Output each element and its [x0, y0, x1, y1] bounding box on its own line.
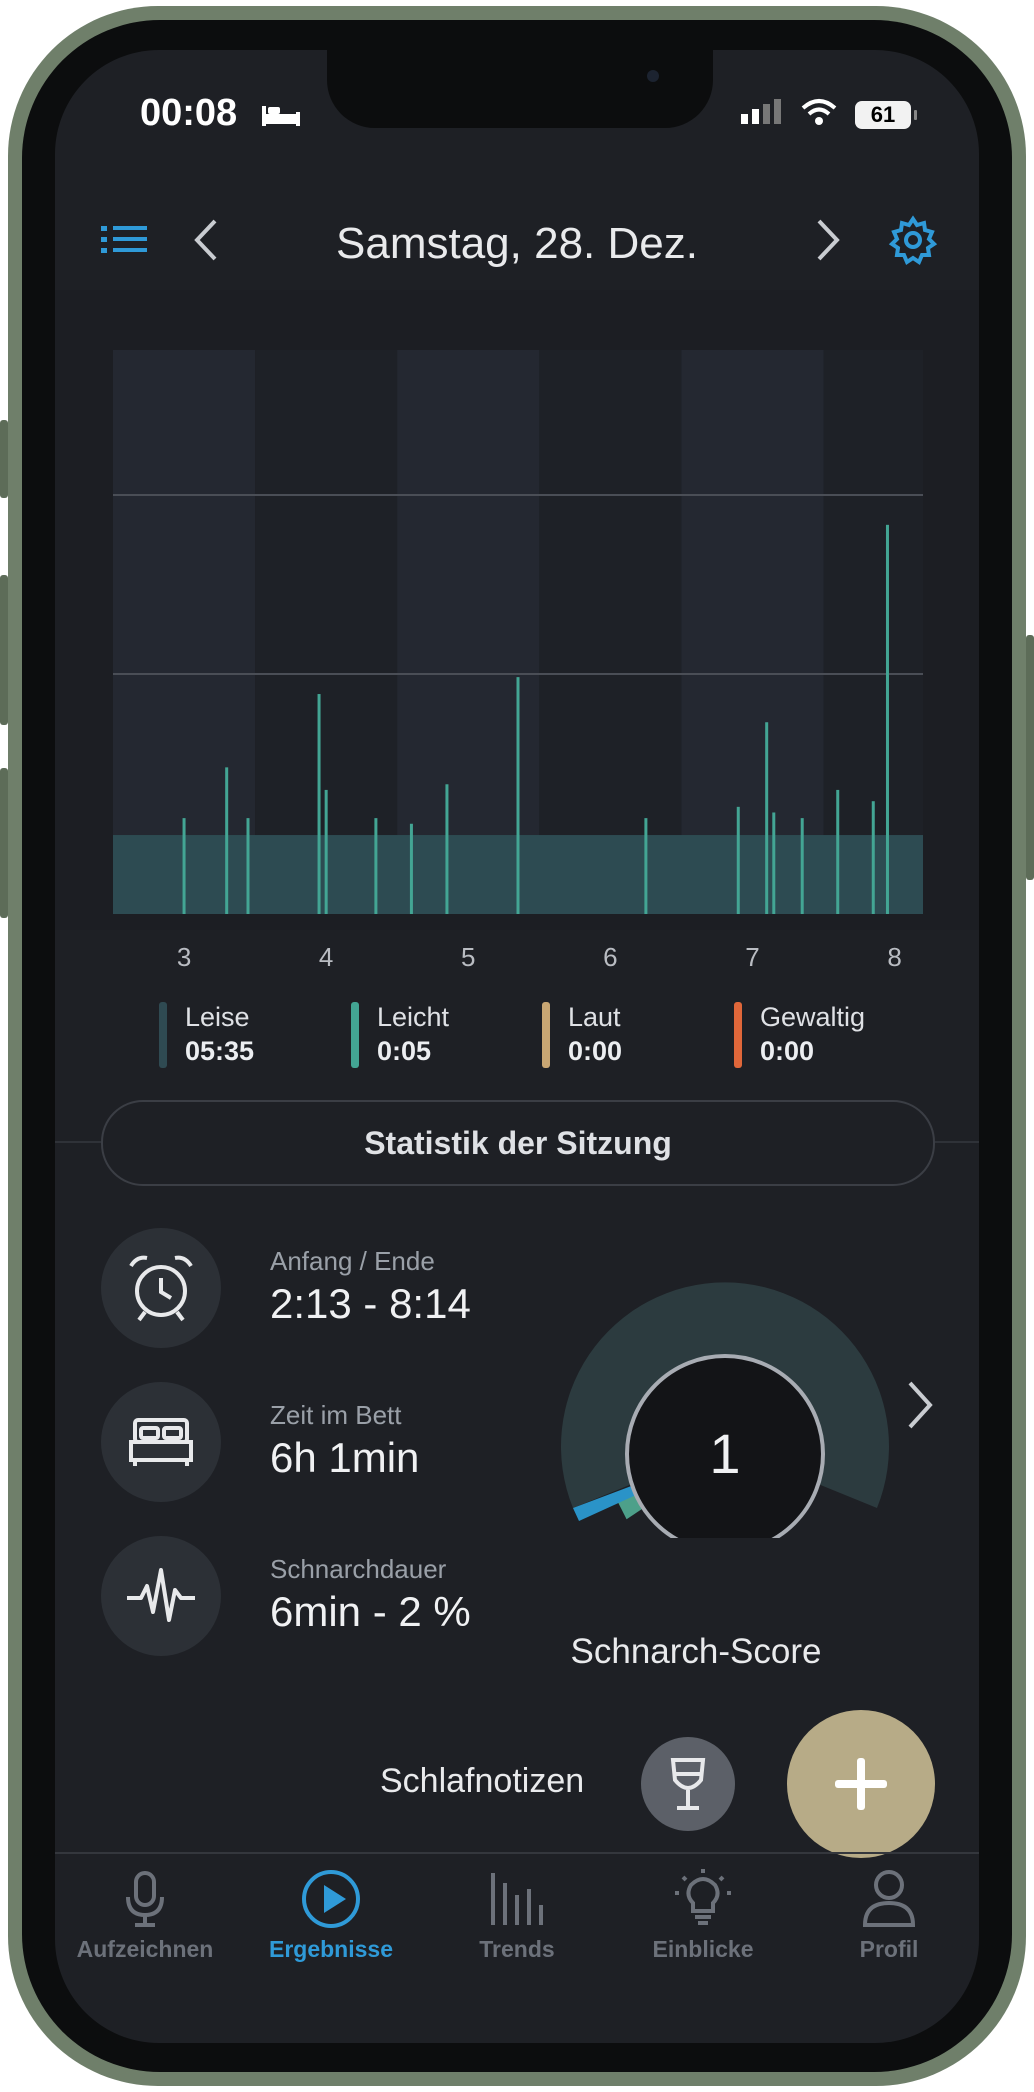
waveform-icon: [101, 1536, 221, 1656]
sleep-notes-label: Schlafnotizen: [380, 1762, 585, 1800]
x-tick-label: 7: [745, 942, 760, 972]
legend-swatch: [159, 1002, 167, 1068]
snore-duration-value: 6min - 2 %: [270, 1588, 471, 1635]
tab-trends[interactable]: Trends: [427, 1864, 607, 1974]
legend-swatch: [734, 1002, 742, 1068]
tabbar-divider: [55, 1852, 979, 1854]
legend-swatch: [542, 1002, 550, 1068]
snore-spike: [800, 818, 804, 914]
tab-label: Profil: [859, 1936, 919, 1962]
legend-name: Laut: [568, 1002, 621, 1032]
score-label: Schnarch-Score: [570, 1632, 822, 1671]
x-tick-label: 6: [603, 942, 618, 972]
legend-name: Leise: [185, 1002, 250, 1032]
x-tick-label: 3: [176, 942, 192, 972]
tab-ergebnisse[interactable]: Ergebnisse: [241, 1864, 421, 1974]
app-screen: 00:08 61 Samstag, 28. Dez. 3 4 5 6 7 8 L…: [55, 50, 979, 2043]
legend-name: Leicht: [377, 1002, 450, 1032]
session-stats-header: Statistik der Sitzung: [101, 1100, 935, 1186]
tab-label: Trends: [479, 1936, 555, 1962]
wine-glass-icon[interactable]: [641, 1737, 735, 1831]
tab-profil[interactable]: Profil: [799, 1864, 979, 1974]
snore-spike: [317, 694, 321, 914]
bar-chart-icon: [427, 1864, 607, 1934]
alarm-clock-icon: [101, 1228, 221, 1348]
bed-time-label: Zeit im Bett: [270, 1400, 402, 1430]
tab-label: Ergebnisse: [269, 1936, 393, 1962]
tab-label: Einblicke: [652, 1936, 754, 1962]
legend-value: 0:05: [377, 1036, 432, 1066]
legend-value: 05:35: [185, 1036, 255, 1066]
snoring-chart: [55, 290, 979, 930]
add-button[interactable]: [787, 1710, 935, 1858]
snore-spike: [836, 789, 840, 914]
snore-spike: [644, 818, 648, 914]
snore-spike: [885, 524, 889, 914]
chart-legend: Leise 05:35 Leicht 0:05 Laut 0:00 Gewalt…: [159, 1002, 939, 1072]
play-circle-icon: [241, 1864, 421, 1934]
plus-icon: [835, 1758, 887, 1810]
microphone-icon: [55, 1864, 235, 1934]
snore-spike: [516, 677, 520, 914]
snore-spike: [246, 818, 250, 914]
snore-spike: [871, 801, 875, 914]
person-icon: [799, 1864, 979, 1934]
score-value: 1: [709, 1422, 740, 1485]
snore-spike: [324, 789, 328, 914]
x-tick-label: 5: [461, 942, 476, 972]
legend-value: 0:00: [760, 1036, 815, 1066]
side-button-left-3: [0, 768, 8, 918]
snore-score-gauge[interactable]: 1: [555, 1238, 895, 1554]
x-tick-label: 4: [318, 942, 334, 972]
start-end-label: Anfang / Ende: [270, 1246, 435, 1276]
snore-spike: [772, 812, 776, 914]
snore-spike: [374, 818, 378, 914]
legend-swatch: [351, 1002, 359, 1068]
snore-spike: [225, 767, 229, 914]
x-tick-label: 8: [887, 942, 902, 972]
snore-spike: [765, 722, 769, 914]
hour-band: [539, 350, 682, 914]
snore-spike: [445, 784, 449, 914]
snore-spike: [736, 806, 740, 914]
bed-time-value: 6h 1min: [270, 1434, 420, 1481]
snore-spike: [182, 818, 186, 914]
legend-name: Gewaltig: [760, 1002, 866, 1032]
chevron-right-icon[interactable]: [900, 1375, 940, 1440]
tab-label: Aufzeichnen: [76, 1936, 214, 1962]
snore-duration-label: Schnarchdauer: [270, 1554, 447, 1584]
side-button-right: [1026, 635, 1034, 880]
tab-einblicke[interactable]: Einblicke: [613, 1864, 793, 1974]
snore-spike: [409, 823, 413, 914]
bed-icon: [101, 1382, 221, 1502]
legend-value: 0:00: [568, 1036, 623, 1066]
side-button-left-2: [0, 575, 8, 725]
side-button-left-1: [0, 420, 8, 498]
tab-aufzeichnen[interactable]: Aufzeichnen: [55, 1864, 235, 1974]
start-end-value: 2:13 - 8:14: [270, 1280, 471, 1327]
lightbulb-icon: [613, 1864, 793, 1934]
